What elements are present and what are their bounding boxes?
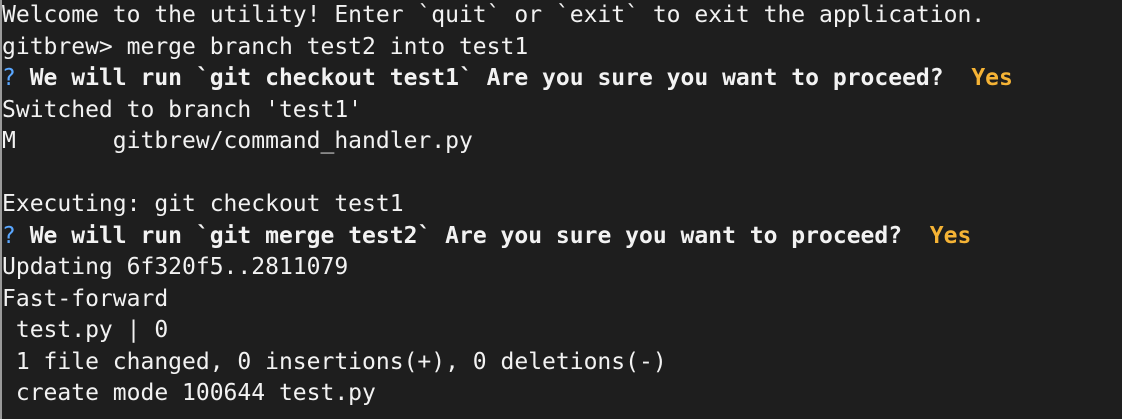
terminal-window[interactable]: Welcome to the utility! Enter `quit` or …: [0, 0, 1122, 419]
confirm-prompt-checkout: ? We will run `git checkout test1` Are y…: [2, 63, 1122, 95]
question-mark-icon: ?: [2, 65, 16, 91]
output-line: Executing: git checkout test1: [2, 191, 404, 217]
prompt-answer: Yes: [929, 222, 972, 249]
welcome-line: Welcome to the utility! Enter `quit` or …: [2, 2, 986, 28]
output-line: M gitbrew/command_handler.py: [2, 128, 473, 154]
output-line: 1 file changed, 0 insertions(+), 0 delet…: [2, 348, 667, 375]
prompt-text: We will run `git merge test2` Are you su…: [15, 222, 930, 249]
output-line: Updating 6f320f5..2811079: [2, 254, 349, 280]
confirm-prompt-merge: ? We will run `git merge test2` Are you …: [2, 221, 1122, 253]
question-mark-icon: ?: [2, 222, 16, 249]
command-line: gitbrew> merge branch test2 into test1: [2, 33, 529, 60]
prompt-answer: Yes: [971, 65, 1013, 91]
prompt-text: We will run `git checkout test1` Are you…: [15, 65, 972, 91]
output-line: Fast-forward: [2, 285, 169, 312]
output-line: create mode 100644 test.py: [2, 380, 376, 406]
output-line: test.py | 0: [2, 317, 169, 343]
output-line: Switched to branch 'test1': [2, 96, 363, 123]
